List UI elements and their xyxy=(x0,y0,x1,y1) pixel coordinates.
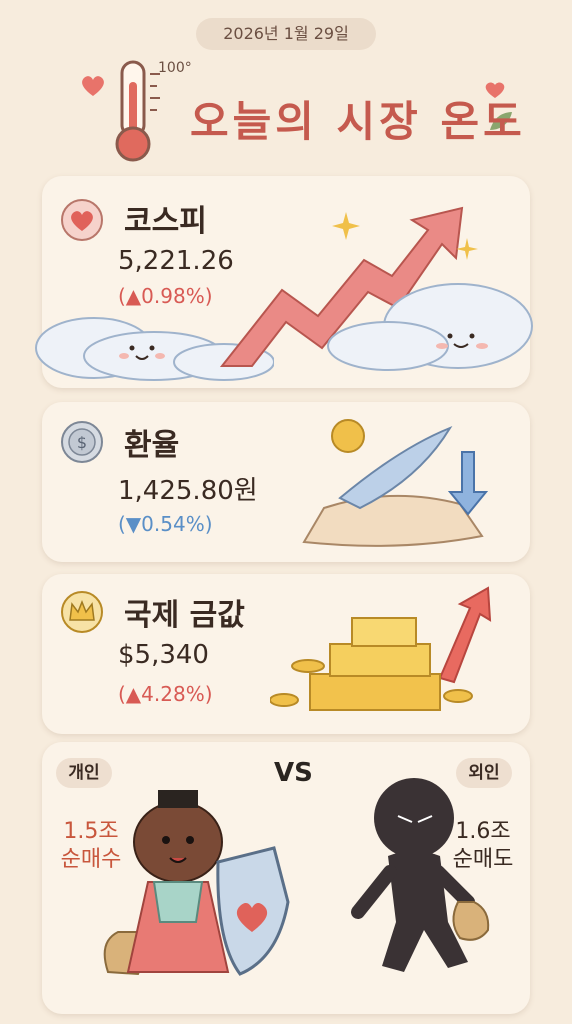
heart-icon xyxy=(61,199,103,241)
fx-label: 환율 xyxy=(124,428,180,463)
svg-text:$: $ xyxy=(77,433,87,452)
sparkle-icon xyxy=(456,238,478,260)
title-area: 100° 오늘의 시장 온도 xyxy=(80,58,522,168)
ant-with-shield-illustration xyxy=(103,790,290,976)
coin-icon: $ xyxy=(61,421,103,463)
foreign-investor-silhouette-illustration xyxy=(351,778,490,972)
cloud-right-illustration xyxy=(327,283,533,371)
gold-label: 국제 금값 xyxy=(124,598,245,633)
heart-icon xyxy=(82,76,104,96)
pillow-feather-illustration xyxy=(302,419,489,547)
thermometer-label: 100° xyxy=(158,60,192,76)
gold-card: 국제 금값 $5,340 (▲4.28%) xyxy=(42,574,530,734)
fx-change: (▼0.54%) xyxy=(118,512,213,536)
investor-card: 개인 1.5조 순매수 외인 1.6조 순매도 VS xyxy=(42,742,530,1014)
kospi-card: 코스피 5,221.26 (▲0.98%) xyxy=(35,176,533,388)
fx-value: 1,425.80원 xyxy=(118,476,258,506)
gold-value: $5,340 xyxy=(118,640,209,670)
fx-card: $ 환율 1,425.80원 (▼0.54%) xyxy=(42,402,530,562)
gold-change: (▲4.28%) xyxy=(118,682,213,706)
crown-icon xyxy=(61,591,103,633)
gold-bars-illustration xyxy=(270,586,492,711)
page-title: 오늘의 시장 온도 xyxy=(190,97,526,146)
kospi-label: 코스피 xyxy=(124,204,207,239)
vs-label: VS xyxy=(274,758,313,788)
date-badge: 2026년 1월 29일 xyxy=(196,18,376,50)
sparkle-icon xyxy=(332,212,360,240)
